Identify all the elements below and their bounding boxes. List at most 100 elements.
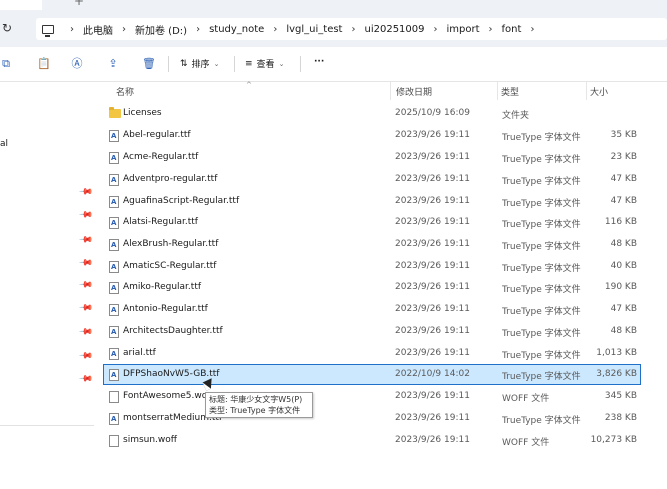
file-size: 190 KB	[604, 282, 637, 292]
breadcrumb[interactable]: › 此电脑 › 新加卷 (D:) › study_note › lvgl_ui_…	[36, 18, 667, 40]
file-date: 2023/9/26 19:11	[395, 304, 470, 314]
sort-icon: ⇅	[180, 58, 188, 69]
file-row[interactable]: AmaticSC-Regular.ttf 2023/9/26 19:11 Tru…	[103, 256, 641, 277]
file-size: 10,273 KB	[590, 435, 637, 445]
file-date: 2023/9/26 19:11	[395, 152, 470, 162]
share-icon[interactable]: ⇪	[107, 57, 119, 70]
column-divider[interactable]	[390, 82, 391, 100]
sort-button[interactable]: ⇅ 排序 ⌄	[180, 57, 220, 71]
breadcrumb-item[interactable]: 此电脑	[83, 22, 113, 37]
file-name: simsun.woff	[123, 435, 177, 445]
ttf-file-icon	[109, 413, 119, 425]
chevron-right-icon[interactable]: ›	[351, 24, 355, 35]
file-size: 35 KB	[610, 130, 637, 140]
pin-icon[interactable]: 📌	[78, 207, 93, 222]
file-row[interactable]: arial.ttf 2023/9/26 19:11 TrueType 字体文件 …	[103, 343, 641, 364]
file-row[interactable]: AguafinaScript-Regular.ttf 2023/9/26 19:…	[103, 191, 641, 212]
file-row[interactable]: Licenses 2025/10/9 16:09 文件夹	[103, 103, 641, 124]
column-header-type[interactable]: 类型	[501, 85, 519, 98]
ttf-file-icon	[109, 348, 119, 360]
refresh-icon[interactable]: ↻	[2, 21, 12, 35]
nav-item-label[interactable]: al	[0, 139, 8, 149]
pin-icon[interactable]: 📌	[78, 255, 93, 270]
file-info-tooltip: 标题: 华康少女文字W5(P) 类型: TrueType 字体文件	[205, 392, 313, 418]
file-date: 2023/9/26 19:11	[395, 282, 470, 292]
ttf-file-icon	[109, 217, 119, 229]
column-divider[interactable]	[497, 82, 498, 100]
new-tab-icon[interactable]: +	[74, 0, 84, 8]
pin-icon[interactable]: 📌	[78, 277, 93, 292]
column-header-date[interactable]: 修改日期	[396, 85, 432, 98]
file-row[interactable]: Abel-regular.ttf 2023/9/26 19:11 TrueTyp…	[103, 125, 641, 146]
this-pc-icon[interactable]	[42, 24, 54, 37]
file-row[interactable]: simsun.woff 2023/9/26 19:11 WOFF 文件 10,2…	[103, 430, 641, 451]
file-row-selected[interactable]: DFPShaoNvW5-GB.ttf 2022/10/9 14:02 TrueT…	[103, 364, 641, 385]
file-row[interactable]: montserratMedium.ttf 2023/9/26 19:11 Tru…	[103, 408, 641, 429]
file-row[interactable]: Amiko-Regular.ttf 2023/9/26 19:11 TrueTy…	[103, 277, 641, 298]
chevron-right-icon[interactable]: ›	[530, 24, 534, 35]
paste-icon[interactable]: 📋	[37, 57, 51, 70]
breadcrumb-item[interactable]: 新加卷 (D:)	[135, 22, 187, 37]
column-header-name[interactable]: 名称	[116, 85, 134, 98]
pin-icon[interactable]: 📌	[78, 324, 93, 339]
file-size: 47 KB	[610, 304, 637, 314]
more-options-button[interactable]: ···	[314, 57, 324, 67]
woff-file-icon	[109, 435, 119, 447]
breadcrumb-item[interactable]: ui20251009	[364, 24, 424, 35]
file-date: 2023/9/26 19:11	[395, 326, 470, 336]
rename-icon[interactable]: Ⓐ	[71, 57, 83, 70]
toolbar-divider	[234, 56, 235, 72]
file-row[interactable]: AlexBrush-Regular.ttf 2023/9/26 19:11 Tr…	[103, 234, 641, 255]
breadcrumb-item[interactable]: import	[447, 24, 480, 35]
file-type: TrueType 字体文件	[502, 133, 581, 143]
file-date: 2023/9/26 19:11	[395, 391, 470, 401]
breadcrumb-item-current[interactable]: font	[502, 24, 522, 35]
chevron-right-icon[interactable]: ›	[273, 24, 277, 35]
file-type: TrueType 字体文件	[502, 264, 581, 274]
active-tab-edge[interactable]	[0, 0, 42, 10]
file-date: 2023/9/26 19:11	[395, 130, 470, 140]
breadcrumb-item[interactable]: study_note	[209, 24, 264, 35]
chevron-right-icon[interactable]: ›	[70, 24, 74, 35]
file-size: 48 KB	[610, 239, 637, 249]
file-row[interactable]: Acme-Regular.ttf 2023/9/26 19:11 TrueTyp…	[103, 147, 641, 168]
file-type: TrueType 字体文件	[502, 155, 581, 165]
file-size: 116 KB	[604, 217, 637, 227]
file-name: Amiko-Regular.ttf	[123, 282, 202, 292]
folder-icon	[109, 107, 121, 118]
column-divider[interactable]	[586, 82, 587, 100]
copy-icon[interactable]: ⧉	[0, 57, 12, 70]
file-size: 238 KB	[604, 413, 637, 423]
file-size: 48 KB	[610, 326, 637, 336]
delete-icon[interactable]: 🗑	[142, 57, 156, 70]
file-type: TrueType 字体文件	[502, 242, 581, 252]
file-row[interactable]: Adventpro-regular.ttf 2023/9/26 19:11 Tr…	[103, 169, 641, 190]
view-icon: ≡	[245, 58, 253, 69]
pin-icon[interactable]: 📌	[78, 348, 93, 363]
pin-icon[interactable]: 📌	[78, 232, 93, 247]
ttf-file-icon	[109, 282, 119, 294]
pin-icon[interactable]: 📌	[78, 184, 93, 199]
file-row[interactable]: Alatsi-Regular.ttf 2023/9/26 19:11 TrueT…	[103, 212, 641, 233]
file-size: 40 KB	[610, 261, 637, 271]
breadcrumb-item[interactable]: lvgl_ui_test	[286, 24, 342, 35]
chevron-right-icon[interactable]: ›	[434, 24, 438, 35]
file-type: TrueType 字体文件	[502, 329, 581, 339]
pin-icon[interactable]: 📌	[78, 300, 93, 315]
view-button[interactable]: ≡ 查看 ⌄	[245, 57, 284, 71]
file-row[interactable]: Antonio-Regular.ttf 2023/9/26 19:11 True…	[103, 299, 641, 320]
file-date: 2023/9/26 19:11	[395, 348, 470, 358]
file-name: DFPShaoNvW5-GB.ttf	[123, 369, 220, 379]
chevron-right-icon[interactable]: ›	[196, 24, 200, 35]
chevron-right-icon[interactable]: ›	[489, 24, 493, 35]
file-date: 2023/9/26 19:11	[395, 217, 470, 227]
column-header-size[interactable]: 大小	[590, 85, 608, 98]
file-date: 2022/10/9 14:02	[395, 369, 470, 379]
file-type: TrueType 字体文件	[502, 285, 581, 295]
file-row[interactable]: ArchitectsDaughter.ttf 2023/9/26 19:11 T…	[103, 321, 641, 342]
file-date: 2023/9/26 19:11	[395, 413, 470, 423]
chevron-down-icon: ⌄	[213, 59, 220, 68]
pin-icon[interactable]: 📌	[78, 371, 93, 386]
file-row[interactable]: FontAwesome5.wo 2023/9/26 19:11 WOFF 文件 …	[103, 386, 641, 407]
chevron-right-icon[interactable]: ›	[122, 24, 126, 35]
